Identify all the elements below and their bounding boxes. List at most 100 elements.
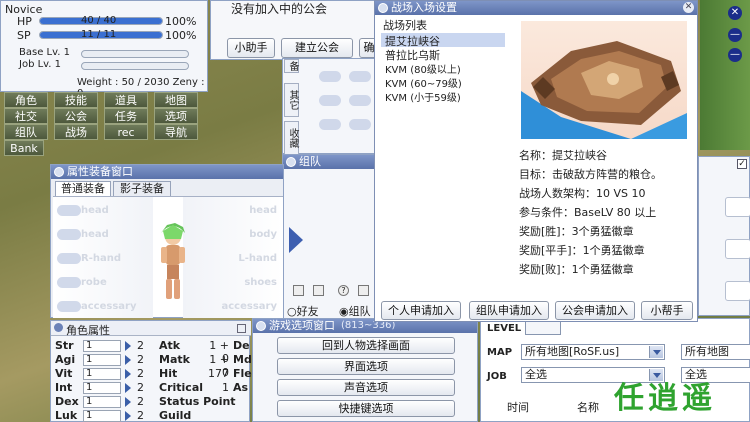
stat-name: Dex bbox=[55, 395, 79, 408]
bg-info-label: 奖励[败] bbox=[519, 263, 561, 276]
bg-list-item[interactable]: KVM (80级以上) bbox=[381, 61, 505, 76]
main-menu: 角色 技能 道具 地图社交 公会 任务 选项组队 战场 rec 导航 Bank bbox=[0, 92, 208, 156]
bg-list-item[interactable]: KVM (60~79级) bbox=[381, 75, 505, 90]
map-select[interactable]: 所有地图[RoSF.us] bbox=[521, 344, 665, 360]
return-character-select-button[interactable]: 回到人物选择画面 bbox=[277, 337, 455, 354]
attr-title-bar[interactable]: 角色属性 bbox=[51, 321, 251, 337]
bg-info-value: 提艾拉峡谷 bbox=[552, 149, 607, 162]
bg-info-value: 1个勇猛徽章 bbox=[571, 263, 634, 276]
help-icon[interactable]: ? bbox=[338, 285, 349, 296]
bg-list-item[interactable]: 普拉比乌斯 bbox=[381, 47, 505, 62]
tab-normal-equip[interactable]: 普通装备 bbox=[55, 181, 111, 196]
menu-item[interactable]: 选项 bbox=[154, 108, 198, 124]
derived-value: 1 bbox=[222, 381, 229, 394]
bg-info-row: 目标：击破敌方阵营的粮仓。 bbox=[519, 166, 662, 182]
derived-right: Fle bbox=[233, 367, 252, 380]
menu-item[interactable]: 导航 bbox=[154, 124, 198, 140]
minus-icon[interactable]: — bbox=[728, 28, 742, 42]
menu-item[interactable]: 战场 bbox=[54, 124, 98, 140]
equip-slot-left[interactable]: accessary bbox=[81, 301, 137, 312]
equip-slot-left[interactable]: head bbox=[81, 205, 109, 216]
close-icon[interactable]: ✕ bbox=[728, 6, 742, 20]
menu-item[interactable]: 地图 bbox=[154, 92, 198, 108]
menu-item[interactable]: Bank bbox=[4, 140, 44, 156]
options-title: 游戏选项窗口 bbox=[269, 319, 335, 332]
increase-arrow-icon[interactable] bbox=[125, 411, 131, 421]
increase-arrow-icon[interactable] bbox=[125, 369, 131, 379]
battleground-title-bar[interactable]: 战场入场设置 ✕ bbox=[375, 1, 697, 15]
side-tab-equip[interactable]: 备 bbox=[284, 59, 299, 73]
friend-tab[interactable]: ○好友 bbox=[287, 303, 319, 319]
equip-title-bar[interactable]: 属性装备窗口 bbox=[51, 165, 283, 179]
map-select-2[interactable]: 所有地图[RoSF bbox=[681, 344, 750, 360]
personal-join-button[interactable]: 个人申请加入 bbox=[381, 301, 461, 320]
menu-item[interactable]: 角色 bbox=[4, 92, 48, 108]
interface-options-button[interactable]: 界面选项 bbox=[277, 358, 455, 375]
equip-slot-right[interactable]: L-hand bbox=[238, 253, 277, 264]
equip-slot-right[interactable]: shoes bbox=[244, 277, 277, 288]
menu-item[interactable]: 技能 bbox=[54, 92, 98, 108]
party-title-bar[interactable]: 组队 bbox=[283, 155, 377, 169]
menu-item[interactable]: 组队 bbox=[4, 124, 48, 140]
slot bbox=[349, 95, 371, 106]
search-icon[interactable] bbox=[293, 285, 304, 296]
party-tab[interactable]: ◉组队 bbox=[339, 303, 371, 319]
menu-item[interactable]: rec bbox=[104, 124, 148, 140]
guild-window: 没有加入中的公会 小助手 建立公会 确 bbox=[210, 0, 379, 60]
slot bbox=[349, 119, 371, 130]
guild-join-button[interactable]: 公会申请加入 bbox=[555, 301, 635, 320]
equip-slot-left[interactable]: head bbox=[81, 229, 109, 240]
settings-icon[interactable] bbox=[358, 285, 369, 296]
stat-name: Str bbox=[55, 339, 74, 352]
bg-list: 提艾拉峡谷 普拉比乌斯 KVM (80级以上) KVM (60~79级) KVM (小于… bbox=[381, 33, 505, 143]
bg-info-label: 目标 bbox=[519, 168, 541, 181]
increase-arrow-icon[interactable] bbox=[125, 383, 131, 393]
helper-button[interactable]: 小帮手 bbox=[641, 301, 693, 320]
menu-item[interactable]: 公会 bbox=[54, 108, 98, 124]
field[interactable] bbox=[725, 197, 750, 217]
separator: ： bbox=[563, 206, 574, 219]
bg-list-item[interactable]: KVM (小于59级) bbox=[381, 89, 505, 104]
party-join-button[interactable]: 组队申请加入 bbox=[469, 301, 549, 320]
side-tab-other[interactable]: 其它 bbox=[284, 83, 299, 117]
stat-value: 1 bbox=[83, 340, 121, 352]
equip-slot-left[interactable]: robe bbox=[81, 277, 107, 288]
close-icon[interactable]: ✕ bbox=[683, 2, 694, 13]
field[interactable] bbox=[725, 239, 750, 259]
bg-info-value: 3个勇猛徽章 bbox=[571, 225, 634, 238]
side-tab-favorite[interactable]: 收藏 bbox=[284, 121, 299, 155]
separator: ： bbox=[571, 244, 583, 257]
increase-arrow-icon[interactable] bbox=[125, 355, 131, 365]
equip-slot-right[interactable]: head bbox=[249, 205, 277, 216]
derived-right: Md bbox=[233, 353, 252, 366]
menu-item[interactable]: 道具 bbox=[104, 92, 148, 108]
bg-list-item[interactable]: 提艾拉峡谷 bbox=[381, 33, 505, 48]
stat-value: 1 bbox=[83, 368, 121, 380]
field[interactable] bbox=[725, 281, 750, 301]
tab-shadow-equip[interactable]: 影子装备 bbox=[113, 181, 171, 196]
bg-info: 名称：提艾拉峡谷 目标：击破敌方阵营的粮仓。 战场人数架构：10 VS 10 参与条件… bbox=[519, 147, 695, 277]
checkbox-icon[interactable]: ✓ bbox=[737, 159, 747, 169]
increase-arrow-icon[interactable] bbox=[125, 397, 131, 407]
menu-item[interactable]: 社交 bbox=[4, 108, 48, 124]
equip-slot-right[interactable]: accessary bbox=[222, 301, 278, 312]
equip-slot-right[interactable]: body bbox=[249, 229, 277, 240]
watermark: 任逍遥 bbox=[614, 381, 716, 416]
hotkey-options-button[interactable]: 快捷键选项 bbox=[277, 400, 455, 417]
grid-icon[interactable] bbox=[313, 285, 324, 296]
sound-options-button[interactable]: 声音选项 bbox=[277, 379, 455, 396]
create-guild-button[interactable]: 建立公会 bbox=[281, 38, 353, 58]
minus-icon[interactable]: — bbox=[728, 48, 742, 62]
attr-title: 角色属性 bbox=[66, 324, 110, 337]
checkbox-icon[interactable] bbox=[237, 324, 246, 333]
bg-info-value: 1个勇猛徽章 bbox=[582, 244, 645, 257]
battleground-title: 战场入场设置 bbox=[391, 1, 457, 14]
chevron-down-icon bbox=[649, 369, 663, 381]
level-input[interactable] bbox=[525, 321, 561, 335]
helper-button[interactable]: 小助手 bbox=[227, 38, 275, 58]
increase-arrow-icon[interactable] bbox=[125, 341, 131, 351]
menu-item[interactable]: 任务 bbox=[104, 108, 148, 124]
separator: ： bbox=[585, 187, 596, 200]
equip-slot-left[interactable]: R-hand bbox=[81, 253, 121, 264]
right-panel: ✓ bbox=[698, 156, 750, 316]
